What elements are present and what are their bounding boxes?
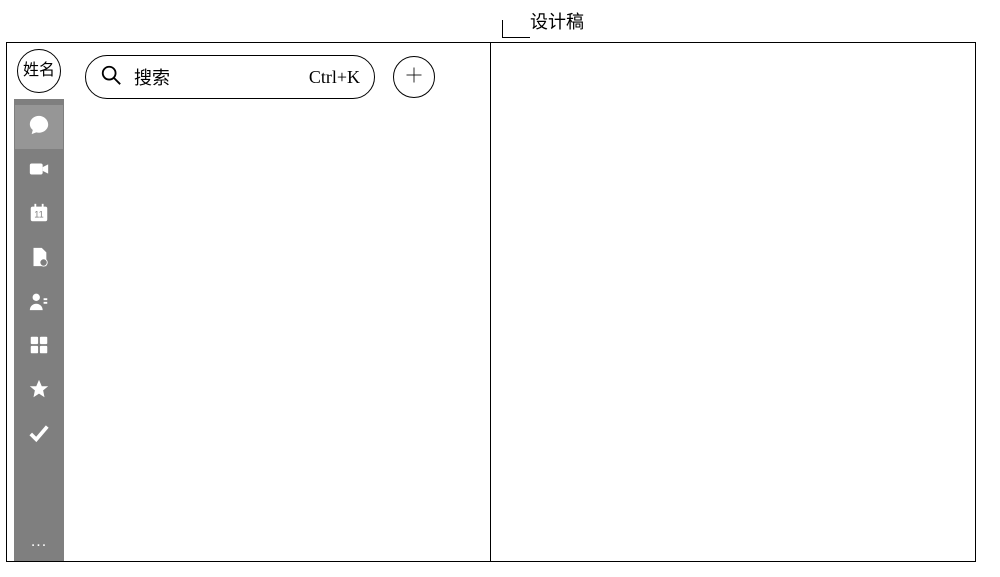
- search-placeholder: 搜索: [134, 64, 170, 90]
- nav-video[interactable]: [15, 149, 63, 193]
- search-icon: [100, 64, 122, 91]
- app-window: 姓名 11: [6, 42, 976, 562]
- annotation-label: 设计稿: [530, 8, 584, 34]
- search-input[interactable]: 搜索 Ctrl+K: [85, 55, 375, 99]
- avatar[interactable]: 姓名: [17, 49, 61, 93]
- sidebar: 姓名 11: [7, 43, 71, 561]
- list-pane: 搜索 Ctrl+K: [71, 43, 491, 561]
- annotation-pointer-line: [502, 20, 530, 38]
- nav-more[interactable]: ...: [15, 533, 63, 551]
- search-shortcut: Ctrl+K: [309, 67, 360, 88]
- plus-icon: [404, 65, 424, 90]
- video-icon: [28, 158, 50, 185]
- document-icon: [28, 246, 50, 273]
- star-icon: [28, 378, 50, 405]
- nav-todo[interactable]: [15, 413, 63, 457]
- check-icon: [28, 422, 50, 449]
- chat-icon: [28, 114, 50, 141]
- nav-calendar[interactable]: 11: [15, 193, 63, 237]
- svg-text:11: 11: [34, 209, 44, 219]
- nav-apps[interactable]: [15, 325, 63, 369]
- contacts-icon: [28, 290, 50, 317]
- topbar: 搜索 Ctrl+K: [85, 55, 476, 99]
- nav-chat[interactable]: [15, 105, 63, 149]
- nav-document[interactable]: [15, 237, 63, 281]
- nav-strip: 11: [14, 99, 64, 561]
- nav-contacts[interactable]: [15, 281, 63, 325]
- nav-favorite[interactable]: [15, 369, 63, 413]
- add-button[interactable]: [393, 56, 435, 98]
- apps-icon: [28, 334, 50, 361]
- calendar-icon: 11: [28, 202, 50, 229]
- content-pane: [491, 43, 975, 561]
